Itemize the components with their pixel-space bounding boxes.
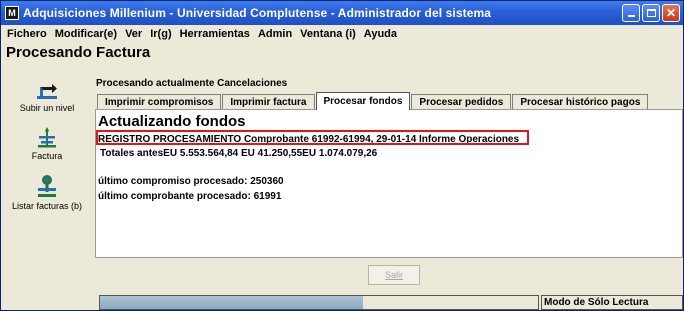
menu-bar: Fichero Modificar(e) Ver Ir(g) Herramien… — [1, 25, 683, 43]
invoice-icon — [38, 127, 56, 148]
tab-procesar-pedidos[interactable]: Procesar pedidos — [411, 94, 512, 110]
footer: Salir Modo de Sólo Lectura — [95, 259, 683, 310]
up-level-icon — [37, 84, 57, 99]
sidebar-item-listar-facturas[interactable]: Listar facturas (b) — [1, 173, 93, 211]
sidebar-item-label: Listar facturas (b) — [11, 201, 83, 211]
progress-bar — [99, 295, 539, 310]
mode-indicator: Modo de Sólo Lectura — [541, 295, 683, 310]
menu-admin[interactable]: Admin — [254, 28, 296, 40]
sidebar-item-subir-nivel[interactable]: Subir un nivel — [1, 79, 93, 113]
page-title: Procesando Factura — [6, 44, 151, 61]
sidebar-item-label: Factura — [31, 151, 63, 161]
tab-imprimir-factura[interactable]: Imprimir factura — [222, 94, 315, 110]
menu-ir[interactable]: Ir(g) — [146, 28, 175, 40]
menu-herramientas[interactable]: Herramientas — [176, 28, 254, 40]
menu-modificar[interactable]: Modificar(e) — [51, 28, 121, 40]
close-icon: ✕ — [665, 6, 677, 20]
minimize-icon — [627, 15, 635, 17]
window-title: Adquisiciones Millenium - Universidad Co… — [23, 6, 492, 20]
log-line-ultimo-comprobante: último comprobante procesado: 61991 — [98, 191, 282, 202]
exit-button[interactable]: Salir — [368, 265, 420, 285]
maximize-button[interactable] — [642, 4, 660, 22]
tab-bar: Imprimir compromisos Imprimir factura Pr… — [97, 92, 649, 110]
app-window: M Adquisiciones Millenium - Universidad … — [0, 0, 684, 311]
app-icon[interactable]: M — [5, 6, 19, 20]
tab-procesar-historico-pagos[interactable]: Procesar histórico pagos — [512, 94, 649, 110]
highlight-box — [96, 130, 529, 145]
maximize-icon — [646, 9, 656, 17]
minimize-button[interactable] — [622, 4, 640, 22]
log-line-totales: Totales antesEU 5.553.564,84 EU 41.250,5… — [100, 148, 378, 159]
menu-fichero[interactable]: Fichero — [3, 28, 51, 40]
log-line-ultimo-compromiso: último compromiso procesado: 250360 — [98, 176, 284, 187]
close-button[interactable]: ✕ — [662, 4, 680, 22]
sidebar-item-label: Subir un nivel — [19, 103, 75, 113]
processing-status: Procesando actualmente Cancelaciones — [96, 78, 288, 89]
tab-imprimir-compromisos[interactable]: Imprimir compromisos — [97, 94, 222, 110]
progress-fill — [100, 296, 363, 309]
menu-ayuda[interactable]: Ayuda — [360, 28, 401, 40]
content-heading: Actualizando fondos — [98, 113, 246, 130]
sidebar-item-factura[interactable]: Factura — [1, 125, 93, 161]
title-bar[interactable]: M Adquisiciones Millenium - Universidad … — [1, 1, 683, 25]
tab-procesar-fondos[interactable]: Procesar fondos — [315, 92, 411, 110]
sidebar: Subir un nivel Factura Listar facturas (… — [1, 65, 93, 310]
menu-ver[interactable]: Ver — [121, 28, 146, 40]
list-invoices-icon — [38, 175, 56, 197]
menu-ventana[interactable]: Ventana (i) — [296, 28, 360, 40]
window-controls: ✕ — [622, 4, 680, 22]
